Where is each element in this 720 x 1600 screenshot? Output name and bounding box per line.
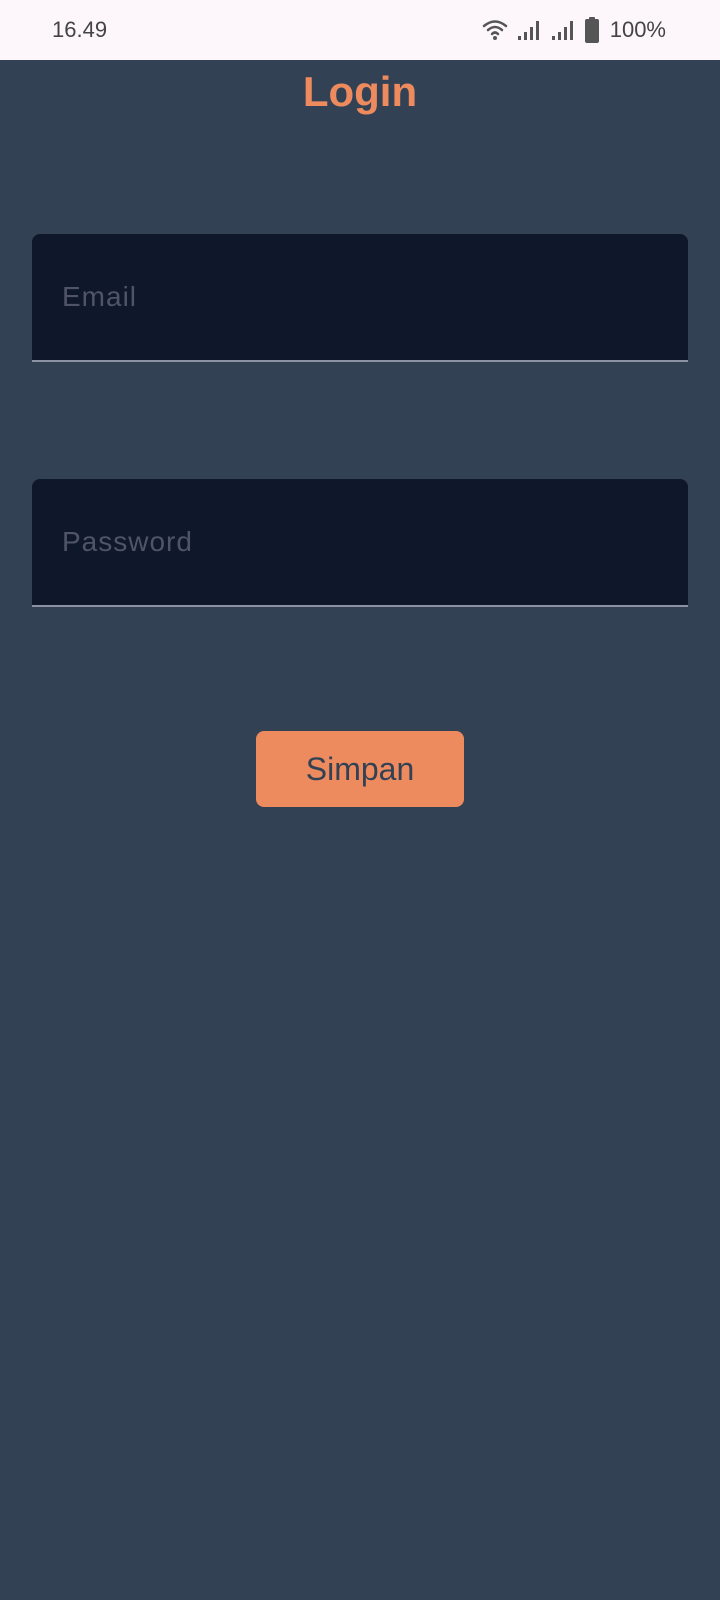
wifi-icon — [482, 18, 508, 42]
email-input[interactable] — [32, 234, 688, 360]
login-screen: Login Simpan — [0, 60, 720, 1600]
password-input[interactable] — [32, 479, 688, 605]
status-icons: 100% — [482, 15, 666, 45]
status-time: 16.49 — [52, 17, 108, 42]
battery-icon — [584, 17, 600, 43]
password-field[interactable] — [32, 479, 688, 607]
save-button[interactable]: Simpan — [256, 731, 464, 807]
signal-icon — [550, 18, 576, 42]
page-title: Login — [302, 68, 418, 115]
email-field[interactable] — [32, 234, 688, 362]
signal-icon — [516, 18, 542, 42]
battery-percent: 100% — [609, 17, 666, 42]
status-bar: 16.49 100% — [0, 0, 720, 60]
